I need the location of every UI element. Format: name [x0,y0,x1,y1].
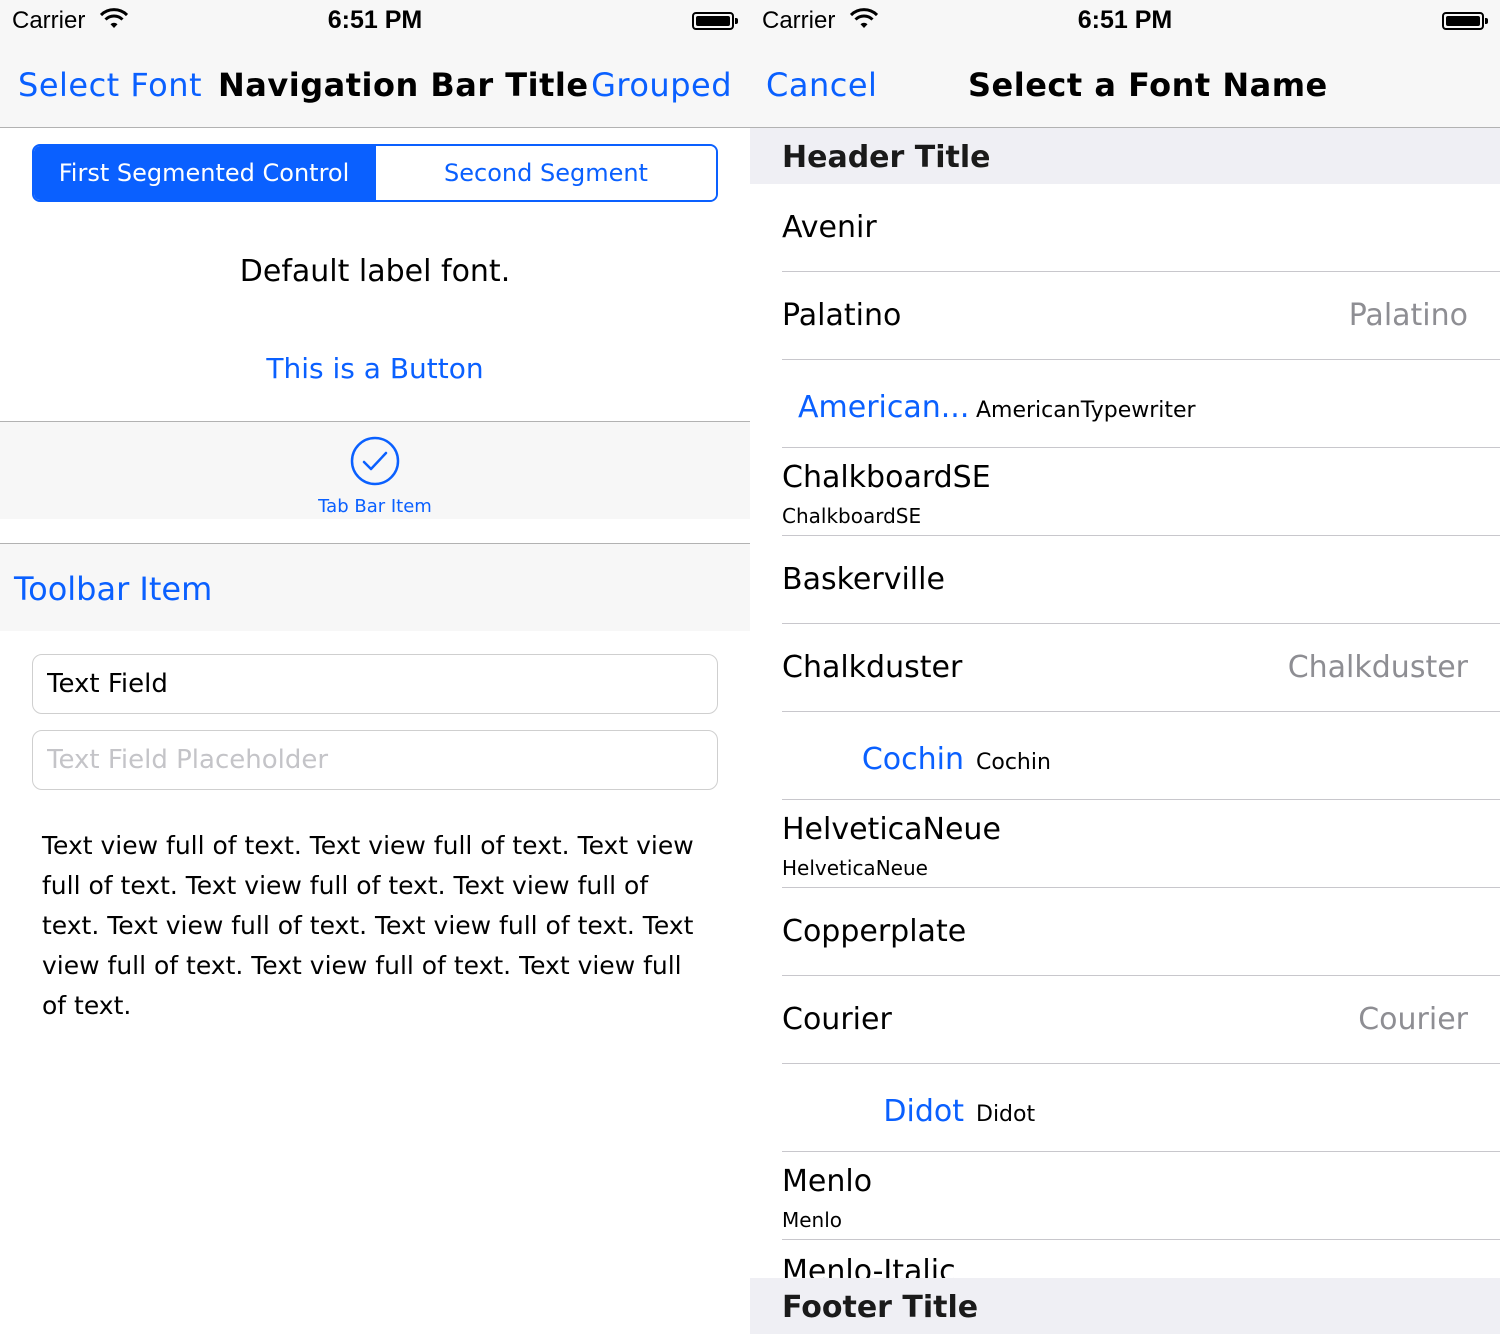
default-label: Default label font. [239,254,511,289]
grouped-button[interactable]: Grouped [591,66,732,104]
tab-bar-item[interactable]: Tab Bar Item [300,434,450,518]
text-view[interactable]: Text view full of text. Text view full o… [42,826,712,1026]
row-detail: Chalkduster [1287,650,1468,685]
clock: 6:51 PM [1077,6,1173,34]
row-title: Baskerville [782,562,945,597]
table-header: Header Title [750,128,1500,184]
segmented-control: First Segmented Control Second Segment [32,144,718,202]
left-screen: Carrier 6:51 PM Select Font Navigation B… [0,0,750,1334]
navigation-bar: Cancel Select a Font Name [750,40,1500,128]
row-title: Courier [782,1002,892,1037]
font-row-helveticaneue[interactable]: HelveticaNeue HelveticaNeue [750,800,1500,888]
text-field-placeholder[interactable] [32,730,718,790]
font-row-american-typewriter[interactable]: American... AmericanTypewriter [750,360,1500,448]
table-footer: Footer Title [750,1278,1500,1334]
segment-first[interactable]: First Segmented Control [34,146,374,200]
toolbar-item[interactable]: Toolbar Item [14,570,212,608]
nav-title: Select a Font Name [968,66,1328,104]
font-row-cochin[interactable]: Cochin Cochin [750,712,1500,800]
row-title: Menlo [782,1164,873,1199]
row-detail: Didot [976,1102,1036,1127]
row-detail: Courier [1358,1002,1468,1037]
font-row-baskerville[interactable]: Baskerville [750,536,1500,624]
font-row-chalkduster[interactable]: Chalkduster Chalkduster [750,624,1500,712]
status-bar: Carrier 6:51 PM [750,0,1500,40]
row-subtitle: Menlo [782,1208,843,1232]
row-title: Avenir [782,210,877,245]
navigation-bar: Select Font Navigation Bar Title Grouped [0,40,750,128]
select-font-button[interactable]: Select Font [18,66,202,104]
text-field[interactable] [32,654,718,714]
row-subtitle: ChalkboardSE [782,504,922,528]
font-row-menlo[interactable]: Menlo Menlo [750,1152,1500,1240]
row-title: Palatino [782,298,902,333]
tab-bar-item-label: Tab Bar Item [318,496,432,517]
row-detail: Cochin [976,750,1051,775]
row-title: Cochin [861,742,964,777]
font-list: Avenir Palatino Palatino American... Ame… [750,184,1500,1328]
row-subtitle: HelveticaNeue [782,856,928,880]
row-detail: Palatino [1348,298,1468,333]
tab-bar: Tab Bar Item [0,421,750,519]
font-row-didot[interactable]: Didot Didot [750,1064,1500,1152]
font-row-copperplate[interactable]: Copperplate [750,888,1500,976]
row-title: American... [798,390,970,425]
font-row-avenir[interactable]: Avenir [750,184,1500,272]
row-title: Copperplate [782,914,967,949]
nav-title: Navigation Bar Title [218,66,589,104]
row-title: ChalkboardSE [782,460,991,495]
font-row-palatino[interactable]: Palatino Palatino [750,272,1500,360]
this-is-a-button[interactable]: This is a Button [0,352,750,385]
row-title: HelveticaNeue [782,812,1001,847]
checkmark-circle-icon [350,436,400,486]
row-title: Didot [883,1094,964,1129]
row-detail: AmericanTypewriter [976,398,1196,423]
battery-icon [692,12,738,30]
toolbar: Toolbar Item [0,543,750,631]
segment-second[interactable]: Second Segment [374,146,716,200]
font-row-courier[interactable]: Courier Courier [750,976,1500,1064]
font-row-chalkboardse[interactable]: ChalkboardSE ChalkboardSE [750,448,1500,536]
battery-icon [1442,12,1488,30]
cancel-button[interactable]: Cancel [766,66,877,104]
footer-title: Footer Title [782,1290,979,1325]
clock: 6:51 PM [327,6,423,34]
status-bar: Carrier 6:51 PM [0,0,750,40]
right-screen: Carrier 6:51 PM Cancel Select a Font Nam… [750,0,1500,1334]
row-title: Chalkduster [782,650,963,685]
header-title: Header Title [782,140,991,175]
